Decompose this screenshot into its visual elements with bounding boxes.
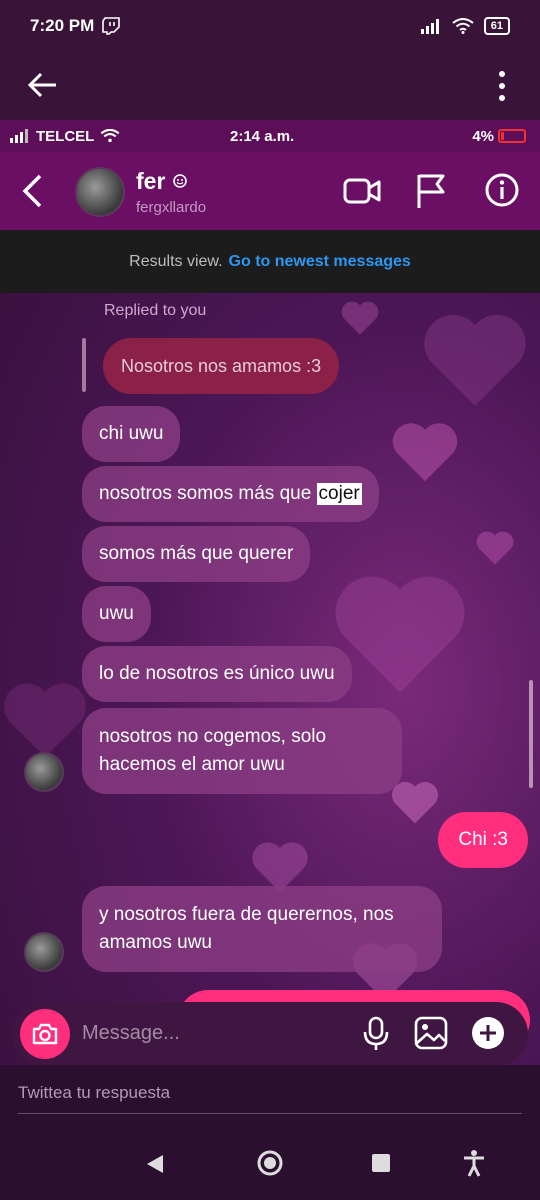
signal-icon [420, 19, 439, 34]
heart-decoration-icon [476, 531, 514, 565]
message-bubble[interactable]: somos más que querer [82, 526, 311, 582]
input-underline [18, 1113, 522, 1114]
reply-indicator-line [82, 338, 86, 392]
microphone-icon[interactable] [362, 1016, 390, 1052]
quoted-message[interactable]: Nosotros nos amamos :3 [103, 338, 340, 394]
sender-avatar[interactable] [24, 752, 64, 792]
camera-button[interactable] [20, 1009, 70, 1059]
message-bubble[interactable]: chi uwu [82, 406, 181, 462]
nav-back-icon[interactable] [145, 1153, 165, 1175]
scrollbar[interactable] [529, 680, 533, 788]
outer-status-bar: 7:20 PM 61 [0, 0, 540, 52]
contact-username: fergxllardo [136, 199, 207, 216]
message-bubble[interactable]: nosotros somos más que cojer [82, 466, 379, 522]
camera-icon [32, 1023, 58, 1045]
message-bubble[interactable]: lo de nosotros es único uwu [82, 646, 352, 702]
video-call-icon[interactable] [343, 174, 381, 208]
contact-avatar[interactable] [75, 167, 125, 217]
message-composer: Message... [12, 1002, 528, 1065]
nav-recents-icon[interactable] [372, 1154, 390, 1172]
message-text: uwu [99, 603, 134, 624]
message-text: lo de nosotros es único uwu [99, 663, 335, 684]
message-input[interactable]: Message... [82, 1022, 180, 1045]
heart-decoration-icon [4, 683, 86, 758]
battery-low-icon [498, 129, 526, 143]
message-text: nosotros no cogemos, solo hacemos el amo… [99, 726, 327, 775]
smiley-icon [173, 174, 187, 188]
heart-decoration-icon [424, 314, 526, 406]
signal-icon [10, 129, 28, 143]
accessibility-icon[interactable] [463, 1149, 485, 1177]
highlighted-word: cojer [316, 483, 362, 505]
tweet-reply-input[interactable]: Twittea tu respuesta [18, 1083, 170, 1103]
back-arrow-icon[interactable] [26, 68, 60, 102]
heart-decoration-icon [392, 423, 458, 482]
results-view-label: Results view. [129, 252, 223, 270]
outer-app-bar [0, 52, 540, 120]
flag-icon[interactable] [415, 172, 447, 210]
message-text: Chi :3 [458, 829, 508, 850]
battery-indicator: 61 [483, 17, 510, 35]
message-bubble[interactable]: nosotros no cogemos, solo hacemos el amo… [82, 708, 402, 794]
more-options-icon[interactable] [492, 68, 512, 104]
heart-decoration-icon [341, 301, 379, 335]
go-to-newest-link[interactable]: Go to newest messages [229, 253, 411, 271]
wifi-icon [100, 129, 120, 143]
navigation-bar [0, 1135, 540, 1200]
message-text: chi uwu [99, 423, 164, 444]
wifi-icon [452, 18, 474, 34]
replied-label: Replied to you [104, 302, 207, 319]
back-chevron-icon[interactable] [20, 172, 46, 210]
message-bubble[interactable]: uwu [82, 586, 151, 642]
twitch-icon [102, 17, 121, 35]
sent-message-bubble[interactable]: Chi :3 [438, 812, 528, 868]
message-text: y nosotros fuera de querernos, nos amamo… [99, 904, 394, 953]
twitter-reply-area: Twittea tu respuesta [0, 1065, 540, 1135]
message-text: somos más que querer [99, 543, 294, 564]
inner-battery-percent: 4% [472, 127, 494, 145]
nav-home-icon[interactable] [256, 1149, 284, 1177]
carrier-name: TELCEL [36, 127, 95, 145]
chat-header: fer fergxllardo [0, 152, 540, 230]
message-text: nosotros somos más que [99, 483, 317, 504]
info-icon[interactable] [484, 172, 520, 208]
inner-status-time: 2:14 a.m. [230, 127, 295, 145]
outer-status-time: 7:20 PM [30, 16, 95, 35]
results-view-bar: Results view. Go to newest messages [0, 230, 540, 293]
chat-screenshot: TELCEL 2:14 a.m. 4% fer fergxllardo Resu… [0, 120, 540, 1065]
heart-decoration-icon [391, 781, 439, 824]
message-bubble[interactable]: y nosotros fuera de querernos, nos amamo… [82, 886, 442, 972]
inner-status-bar: TELCEL 2:14 a.m. 4% [0, 120, 540, 152]
gallery-icon[interactable] [414, 1016, 448, 1050]
add-icon[interactable] [471, 1016, 505, 1050]
sender-avatar[interactable] [24, 932, 64, 972]
contact-name[interactable]: fer [136, 168, 165, 195]
